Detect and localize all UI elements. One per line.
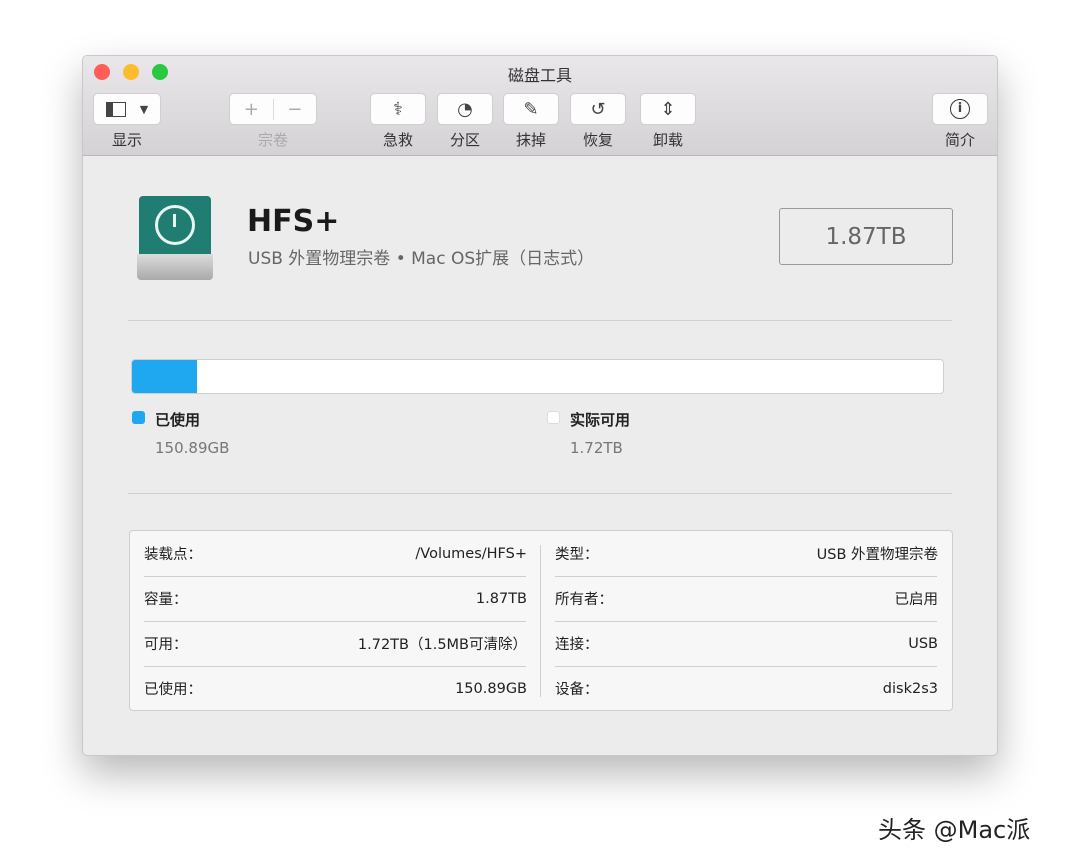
detail-value: USB [908, 636, 938, 652]
erase-button[interactable]: ✎抹掉 [503, 93, 559, 150]
free-value: 1.72TB [570, 439, 623, 457]
used-swatch [132, 411, 145, 424]
free-swatch [547, 411, 560, 424]
used-value: 150.89GB [155, 439, 229, 457]
detail-row: 连接： USB [541, 621, 952, 666]
volume-subtitle: USB 外置物理宗卷 • Mac OS扩展（日志式） [248, 244, 594, 269]
detail-row: 已使用： 150.89GB [130, 666, 541, 711]
detail-key: 容量： [144, 588, 188, 609]
sidebar-icon [106, 102, 126, 117]
detail-value: disk2s3 [883, 681, 938, 697]
detail-value: 1.87TB [476, 591, 527, 607]
detail-value: 已启用 [895, 588, 939, 609]
disk-utility-window: 磁盘工具 ▼ 显示 +− 宗卷 ⚕急救 ◔分区 ✎抹掉 ↺恢复 ⇕卸载 i简介 … [82, 55, 998, 756]
window-title: 磁盘工具 [83, 62, 997, 86]
volume-name: HFS+ [247, 204, 339, 239]
detail-value: /Volumes/HFS+ [415, 546, 527, 562]
usage-bar [131, 359, 944, 394]
detail-key: 可用： [144, 633, 188, 654]
detail-key: 已使用： [144, 678, 202, 699]
unmount-button[interactable]: ⇕卸载 [640, 93, 696, 150]
pie-icon: ◔ [457, 99, 473, 120]
toolbar: 磁盘工具 ▼ 显示 +− 宗卷 ⚕急救 ◔分区 ✎抹掉 ↺恢复 ⇕卸载 i简介 [83, 56, 997, 156]
erase-icon: ✎ [523, 99, 538, 120]
add-volume-button[interactable]: + [230, 99, 274, 120]
detail-row: 所有者： 已启用 [541, 576, 952, 621]
detail-key: 装载点： [144, 543, 202, 564]
detail-row: 类型： USB 外置物理宗卷 [541, 531, 952, 576]
detail-key: 设备： [555, 678, 599, 699]
detail-value: USB 外置物理宗卷 [817, 543, 938, 564]
unmount-icon: ⇕ [660, 99, 675, 120]
volume-size-box: 1.87TB [779, 208, 953, 265]
chevron-down-icon: ▼ [140, 103, 148, 116]
detail-key: 类型： [555, 543, 599, 564]
usage-bar-used [132, 360, 197, 393]
remove-volume-button[interactable]: − [274, 99, 317, 120]
detail-row: 设备： disk2s3 [541, 666, 952, 711]
detail-key: 所有者： [555, 588, 613, 609]
detail-row: 容量： 1.87TB [130, 576, 541, 621]
stethoscope-icon: ⚕ [393, 99, 403, 120]
detail-value: 1.72TB（1.5MB可清除） [358, 633, 527, 654]
volume-group: +− 宗卷 [229, 93, 317, 150]
info-button[interactable]: i简介 [932, 93, 988, 150]
detail-row: 装载点： /Volumes/HFS+ [130, 531, 541, 576]
detail-value: 150.89GB [455, 681, 527, 697]
info-icon: i [950, 99, 970, 119]
first-aid-button[interactable]: ⚕急救 [370, 93, 426, 150]
drive-icon [137, 196, 213, 280]
divider [128, 320, 952, 321]
used-label: 已使用 [155, 409, 200, 430]
time-machine-icon [155, 205, 195, 245]
partition-button[interactable]: ◔分区 [437, 93, 493, 150]
detail-key: 连接： [555, 633, 599, 654]
restore-button[interactable]: ↺恢复 [570, 93, 626, 150]
details-table: 装载点： /Volumes/HFS+ 容量： 1.87TB 可用： 1.72TB（1.5M… [129, 530, 953, 711]
view-button[interactable]: ▼ 显示 [93, 93, 161, 150]
divider [128, 493, 952, 494]
detail-row: 可用： 1.72TB（1.5MB可清除） [130, 621, 541, 666]
free-label: 实际可用 [570, 409, 630, 430]
restore-icon: ↺ [590, 99, 605, 120]
watermark: 头条 @Mac派 [878, 810, 1030, 845]
